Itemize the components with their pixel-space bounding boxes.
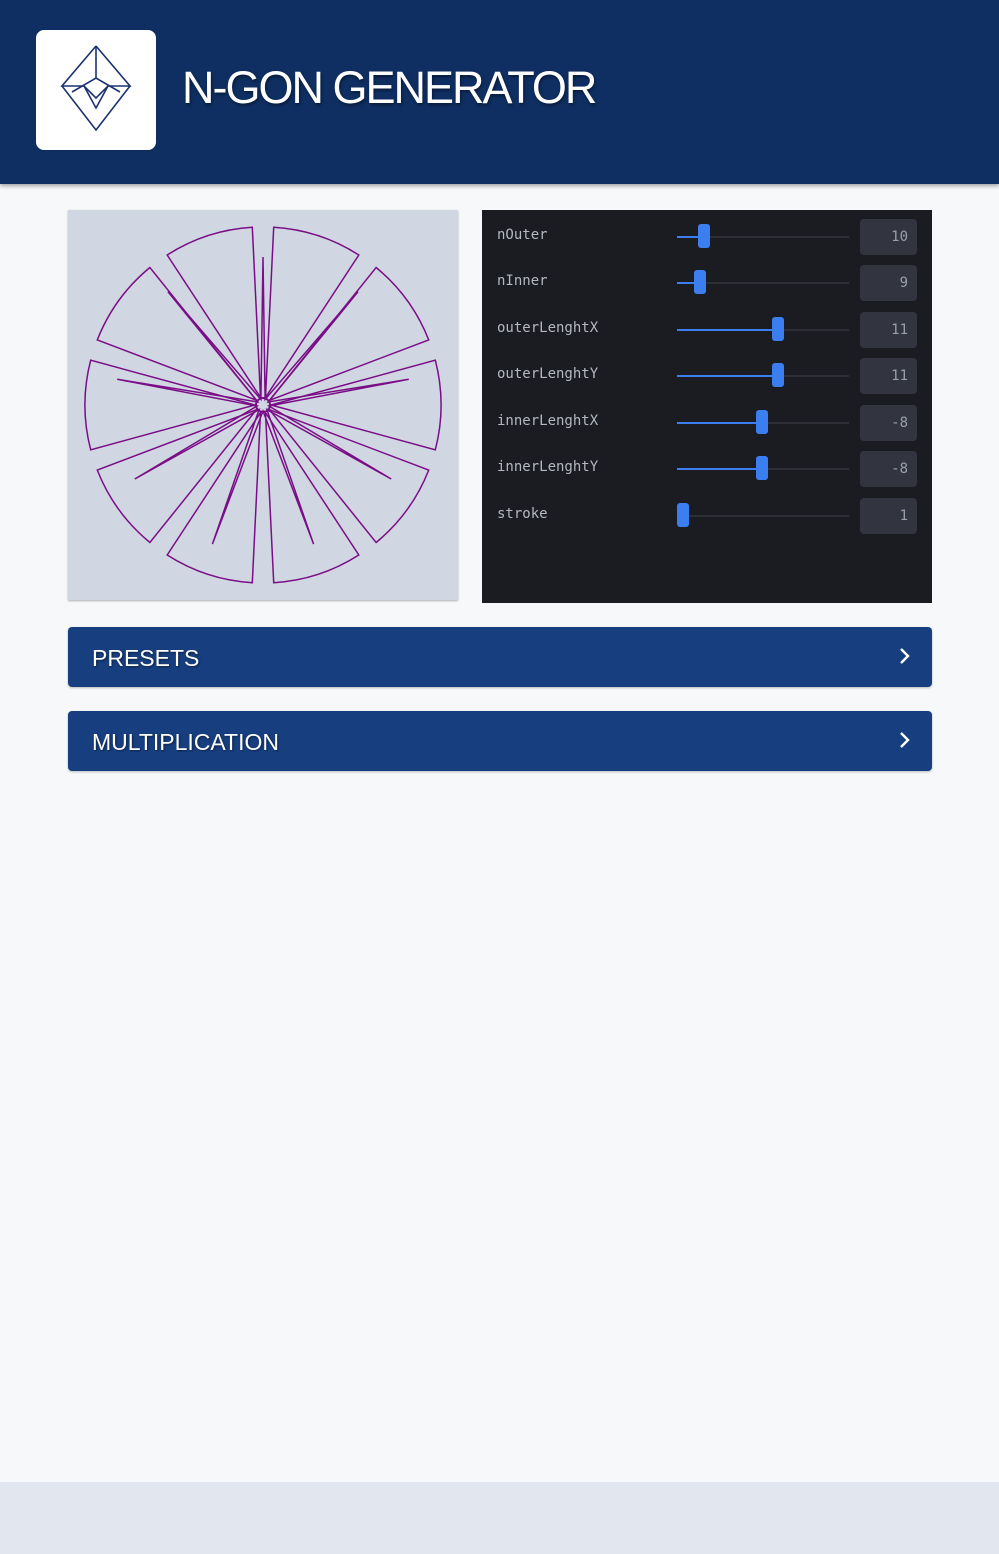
control-label: outerLenghtY <box>497 366 599 382</box>
inner-star <box>117 256 409 545</box>
control-row-outerlenghty: outerLenghtY 11 <box>482 358 932 394</box>
nouter-slider[interactable] <box>677 224 849 248</box>
app-logo <box>36 30 156 150</box>
control-row-ninner: nInner 9 <box>482 265 932 301</box>
chevron-right-icon <box>900 732 910 748</box>
innerlenghtx-slider[interactable] <box>677 410 849 434</box>
presets-accordion[interactable]: PRESETS <box>68 627 932 687</box>
outerlenghty-slider[interactable] <box>677 363 849 387</box>
slider-fill <box>677 468 762 470</box>
outerlenghtx-value-input[interactable]: 11 <box>860 312 917 348</box>
app-title: N-GON GENERATOR <box>182 62 597 113</box>
slider-fill <box>677 329 778 331</box>
control-row-outerlenghtx: outerLenghtX 11 <box>482 312 932 348</box>
page-footer <box>0 1482 999 1554</box>
control-label: stroke <box>497 506 548 522</box>
slider-thumb[interactable] <box>694 270 706 294</box>
slider-thumb[interactable] <box>772 317 784 341</box>
control-row-nouter: nOuter 10 <box>482 219 932 255</box>
slider-thumb[interactable] <box>756 410 768 434</box>
nouter-value-input[interactable]: 10 <box>860 219 917 255</box>
outer-petal <box>84 359 258 451</box>
slider-thumb[interactable] <box>698 224 710 248</box>
slider-thumb[interactable] <box>756 456 768 480</box>
controls-panel: nOuter 10 nInner 9 outerLenghtX 11 outer… <box>482 210 932 603</box>
logo-icon <box>60 45 132 132</box>
multiplication-label: MULTIPLICATION <box>92 729 279 755</box>
control-label: nInner <box>497 273 548 289</box>
control-label: nOuter <box>497 227 548 243</box>
outer-petal <box>268 359 442 451</box>
chevron-right-icon <box>900 648 910 664</box>
presets-label: PRESETS <box>92 645 200 671</box>
slider-fill <box>677 422 762 424</box>
control-row-innerlenghtx: innerLenghtX -8 <box>482 405 932 441</box>
stroke-value-input[interactable]: 1 <box>860 498 917 534</box>
outerlenghtx-slider[interactable] <box>677 317 849 341</box>
ninner-slider[interactable] <box>677 270 849 294</box>
shape-preview <box>68 210 458 600</box>
innerlenghtx-value-input[interactable]: -8 <box>860 405 917 441</box>
stroke-slider[interactable] <box>677 503 849 527</box>
control-row-innerlenghty: innerLenghtY -8 <box>482 451 932 487</box>
control-label: innerLenghtX <box>497 413 599 429</box>
slider-fill <box>677 375 778 377</box>
control-label: innerLenghtY <box>497 459 599 475</box>
innerlenghty-value-input[interactable]: -8 <box>860 451 917 487</box>
multiplication-accordion[interactable]: MULTIPLICATION <box>68 711 932 771</box>
slider-thumb[interactable] <box>677 503 689 527</box>
outerlenghty-value-input[interactable]: 11 <box>860 358 917 394</box>
outer-petal <box>96 408 259 544</box>
control-row-stroke: stroke 1 <box>482 498 932 534</box>
outer-petal <box>267 408 430 544</box>
ninner-value-input[interactable]: 9 <box>860 265 917 301</box>
innerlenghty-slider[interactable] <box>677 456 849 480</box>
control-label: outerLenghtX <box>497 320 599 336</box>
slider-thumb[interactable] <box>772 363 784 387</box>
app-header: N-GON GENERATOR <box>0 0 999 184</box>
ngon-canvas <box>84 226 442 584</box>
